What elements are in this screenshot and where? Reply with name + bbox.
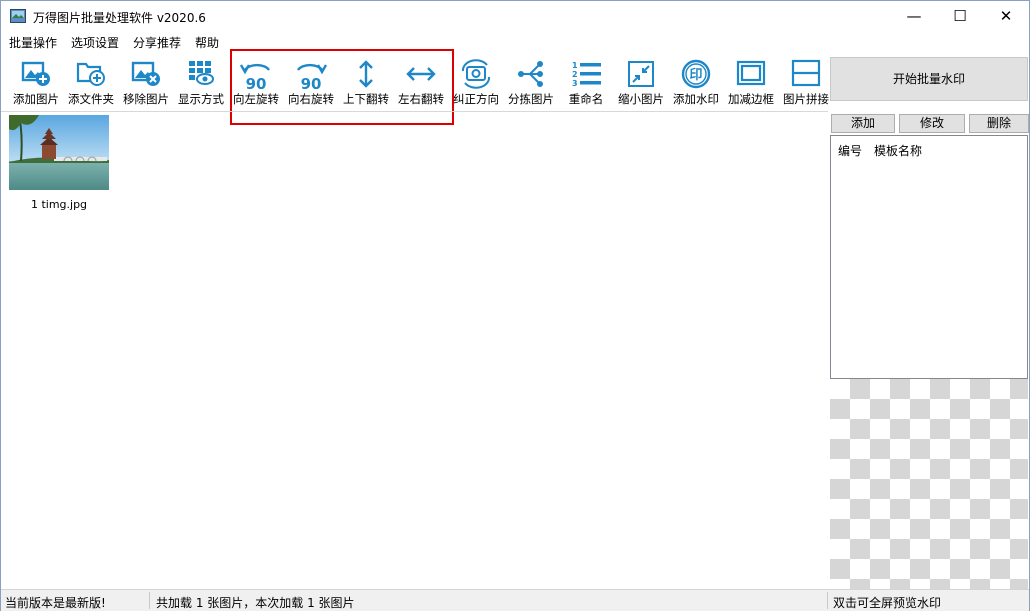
app-icon — [10, 9, 26, 23]
remove-image-label: 移除图片 — [123, 92, 169, 106]
rename-label: 重命名 — [568, 92, 604, 106]
minimize-button[interactable]: — — [891, 1, 937, 32]
add-image-icon — [21, 61, 50, 86]
remove-image-icon — [131, 61, 160, 86]
svg-text:1: 1 — [572, 61, 578, 70]
correct-orientation-label: 纠正方向 — [453, 92, 499, 106]
add-folder-icon — [76, 62, 105, 86]
rename-button[interactable]: 1 2 3 重命名 — [559, 53, 613, 111]
stitch-button[interactable]: 图片拼接 — [779, 53, 833, 111]
add-folder-button[interactable]: 添文件夹 — [64, 53, 118, 111]
rename-icon: 1 2 3 — [572, 61, 601, 88]
image-list-area[interactable] — [1, 111, 828, 590]
sort-images-icon — [518, 61, 543, 87]
menu-batch-operations[interactable]: 批量操作 — [9, 34, 57, 51]
menu-share[interactable]: 分享推荐 — [133, 34, 181, 51]
svg-text:3: 3 — [572, 79, 578, 88]
preview-hint-status: 双击可全屏预览水印 — [833, 596, 942, 610]
load-count-status: 共加载 1 张图片，本次加载 1 张图片 — [156, 596, 355, 610]
correct-orientation-icon — [461, 59, 491, 89]
thumbnail-filename: 1 timg.jpg — [30, 198, 88, 211]
column-number[interactable]: 编号 — [838, 142, 862, 159]
stitch-icon — [791, 59, 821, 87]
shrink-image-icon — [628, 61, 654, 87]
menu-help[interactable]: 帮助 — [195, 34, 219, 51]
window-title: 万得图片批量处理软件 v2020.6 — [33, 11, 206, 25]
menu-bar: 批量操作 选项设置 分享推荐 帮助 — [1, 32, 1029, 53]
add-watermark-button[interactable]: 印 添加水印 — [669, 53, 723, 111]
delete-template-button[interactable]: 删除 — [969, 114, 1029, 133]
display-mode-button[interactable]: 显示方式 — [174, 53, 228, 111]
border-button[interactable]: 加减边框 — [724, 53, 778, 111]
remove-image-button[interactable]: 移除图片 — [119, 53, 173, 111]
status-divider — [827, 592, 828, 609]
version-status: 当前版本是最新版! — [5, 596, 106, 610]
add-watermark-glyph: 印 — [689, 68, 702, 83]
svg-text:2: 2 — [572, 70, 578, 79]
add-image-label: 添加图片 — [13, 92, 59, 106]
add-watermark-label: 添加水印 — [673, 92, 719, 106]
watermark-preview[interactable] — [830, 379, 1028, 589]
edit-template-button[interactable]: 修改 — [899, 114, 965, 133]
maximize-button[interactable]: ☐ — [937, 1, 983, 32]
status-divider — [149, 592, 150, 609]
sort-images-button[interactable]: 分拣图片 — [504, 53, 558, 111]
stitch-label: 图片拼接 — [783, 92, 829, 106]
add-image-button[interactable]: 添加图片 — [9, 53, 63, 111]
add-template-button[interactable]: 添加 — [831, 114, 895, 133]
image-thumbnail[interactable] — [9, 115, 109, 190]
start-batch-watermark-button[interactable]: 开始批量水印 — [830, 57, 1028, 101]
display-mode-icon — [189, 61, 214, 85]
add-watermark-icon: 印 — [681, 59, 711, 89]
display-mode-label: 显示方式 — [178, 92, 224, 106]
column-template-name[interactable]: 模板名称 — [874, 142, 922, 159]
add-folder-label: 添文件夹 — [68, 92, 114, 106]
template-list[interactable]: 编号 模板名称 — [830, 135, 1028, 379]
close-button[interactable]: ✕ — [983, 1, 1029, 32]
correct-orientation-button[interactable]: 纠正方向 — [449, 53, 503, 111]
shrink-image-button[interactable]: 缩小图片 — [614, 53, 668, 111]
border-icon — [736, 60, 766, 86]
title-bar: 万得图片批量处理软件 v2020.6 — ☐ ✕ — [1, 1, 1029, 32]
status-bar: 当前版本是最新版! 共加载 1 张图片，本次加载 1 张图片 双击可全屏预览水印 — [1, 589, 1029, 611]
menu-options[interactable]: 选项设置 — [71, 34, 119, 51]
shrink-image-label: 缩小图片 — [618, 92, 664, 106]
sort-images-label: 分拣图片 — [508, 92, 554, 106]
border-label: 加减边框 — [728, 92, 774, 106]
app-window: 万得图片批量处理软件 v2020.6 — ☐ ✕ 批量操作 选项设置 分享推荐 … — [0, 0, 1030, 611]
watermark-sidebar: 开始批量水印 添加 修改 删除 编号 模板名称 — [829, 53, 1029, 589]
